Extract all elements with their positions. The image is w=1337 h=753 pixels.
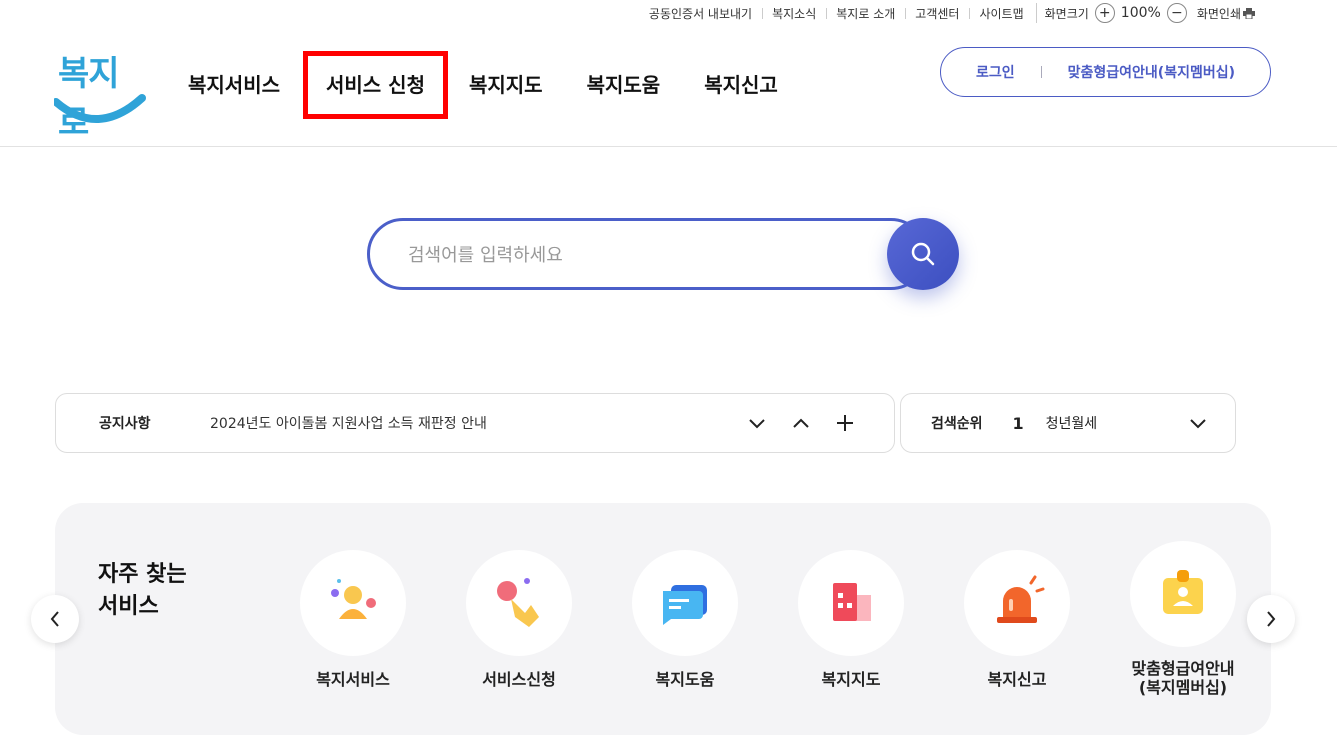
notice-next-button[interactable] xyxy=(746,412,768,434)
notice-prev-button[interactable] xyxy=(790,412,812,434)
ranking-keyword[interactable]: 청년월세 xyxy=(1046,413,1189,433)
hand-pointer-icon xyxy=(497,578,539,627)
service-icon-circle xyxy=(964,550,1070,656)
search-area: 검색어를 입력하세요 xyxy=(367,218,959,290)
service-icon-circle xyxy=(632,550,738,656)
notice-controls xyxy=(746,412,856,434)
divider xyxy=(1040,66,1042,78)
service-icon-circle xyxy=(466,550,572,656)
zoom-in-button[interactable]: + xyxy=(1094,3,1115,23)
service-item-welfare[interactable]: 복지서비스 xyxy=(283,550,423,689)
util-link-cert-export[interactable]: 공동인증서 내보내기 xyxy=(639,5,762,22)
search-input[interactable]: 검색어를 입력하세요 xyxy=(367,218,927,290)
map-building-icon xyxy=(833,583,871,621)
print-label: 화면인쇄 xyxy=(1196,6,1241,21)
title-line-1: 자주 찾는 xyxy=(98,562,187,587)
login-link[interactable]: 로그인 xyxy=(976,62,1015,82)
util-link-about[interactable]: 복지로 소개 xyxy=(826,5,905,22)
util-link-sitemap[interactable]: 사이트맵 xyxy=(969,5,1033,22)
nav-welfare-help[interactable]: 복지도움 xyxy=(587,67,661,103)
main-nav: 복지서비스 서비스 신청 복지지도 복지도움 복지신고 xyxy=(188,51,822,119)
ranking-expand-button[interactable] xyxy=(1189,414,1207,433)
chevron-right-icon xyxy=(1267,611,1276,627)
utility-bar: 공동인증서 내보내기 복지소식 복지로 소개 고객센터 사이트맵 화면크기 + … xyxy=(639,0,1337,26)
service-label: 복지도움 xyxy=(655,670,715,689)
frequent-services-title: 자주 찾는 서비스 xyxy=(98,559,187,623)
chevron-left-icon xyxy=(50,611,59,627)
title-line-2: 서비스 xyxy=(98,594,159,619)
print-button[interactable]: 화면인쇄 xyxy=(1197,5,1255,22)
nav-welfare-service[interactable]: 복지서비스 xyxy=(188,67,280,103)
nav-service-apply[interactable]: 서비스 신청 xyxy=(303,51,448,119)
service-icon-circle xyxy=(798,550,904,656)
notice-label: 공지사항 xyxy=(99,416,151,432)
service-label: 복지지도 xyxy=(821,670,881,689)
siren-icon xyxy=(997,575,1045,623)
chevron-up-icon xyxy=(793,418,809,428)
zoom-out-button[interactable]: − xyxy=(1166,3,1187,23)
notice-more-button[interactable] xyxy=(834,412,856,434)
service-label-line-2: (복지멤버십) xyxy=(1138,678,1228,697)
service-item-map[interactable]: 복지지도 xyxy=(781,550,921,689)
chat-bubble-icon xyxy=(663,585,707,625)
printer-icon xyxy=(1243,7,1255,19)
service-icon-circle xyxy=(1130,541,1236,647)
util-link-customer-center[interactable]: 고객센터 xyxy=(905,5,969,22)
zoom-label: 화면크기 xyxy=(1044,6,1089,21)
service-item-membership[interactable]: 맞춤형급여안내 (복지멤버십) xyxy=(1113,541,1253,697)
logo[interactable]: 복지로 xyxy=(54,46,146,143)
search-icon xyxy=(911,242,935,266)
notice-text[interactable]: 2024년도 아이돌봄 지원사업 소득 재판정 안내 xyxy=(210,413,746,433)
ranking-number: 1 xyxy=(1012,413,1024,433)
chevron-down-icon xyxy=(749,419,765,429)
util-link-news[interactable]: 복지소식 xyxy=(762,5,826,22)
service-item-apply[interactable]: 서비스신청 xyxy=(449,550,589,689)
service-label: 복지신고 xyxy=(987,670,1047,689)
notice-bar: 공지사항 2024년도 아이돌봄 지원사업 소득 재판정 안내 xyxy=(55,393,895,453)
service-label: 복지서비스 xyxy=(316,670,390,689)
service-label: 서비스신청 xyxy=(482,670,556,689)
service-item-help[interactable]: 복지도움 xyxy=(615,550,755,689)
login-membership-box: 로그인 맞춤형급여안내(복지멤버십) xyxy=(940,47,1271,97)
zoom-control: 화면크기 + 100% − xyxy=(1035,3,1187,23)
plus-icon xyxy=(837,415,853,431)
id-badge-icon xyxy=(1163,570,1203,614)
service-label: 맞춤형급여안내 (복지멤버십) xyxy=(1113,659,1253,697)
search-ranking: 검색순위 1 청년월세 xyxy=(900,393,1236,453)
chevron-down-icon xyxy=(1190,418,1206,428)
carousel-next-button[interactable] xyxy=(1247,595,1295,643)
ranking-label: 검색순위 xyxy=(931,416,983,432)
logo-smile-icon xyxy=(54,94,146,124)
zoom-value: 100% xyxy=(1120,5,1161,21)
carousel-prev-button[interactable] xyxy=(31,595,79,643)
person-icon xyxy=(331,579,376,619)
site-header: 복지로 복지서비스 서비스 신청 복지지도 복지도움 복지신고 로그인 맞춤형급… xyxy=(0,26,1337,147)
service-item-report[interactable]: 복지신고 xyxy=(947,550,1087,689)
search-button[interactable] xyxy=(887,218,959,290)
service-icon-circle xyxy=(300,550,406,656)
membership-link[interactable]: 맞춤형급여안내(복지멤버십) xyxy=(1068,62,1235,82)
service-label-line-1: 맞춤형급여안내 xyxy=(1131,659,1235,678)
nav-welfare-report[interactable]: 복지신고 xyxy=(704,67,778,103)
nav-welfare-map[interactable]: 복지지도 xyxy=(469,67,543,103)
